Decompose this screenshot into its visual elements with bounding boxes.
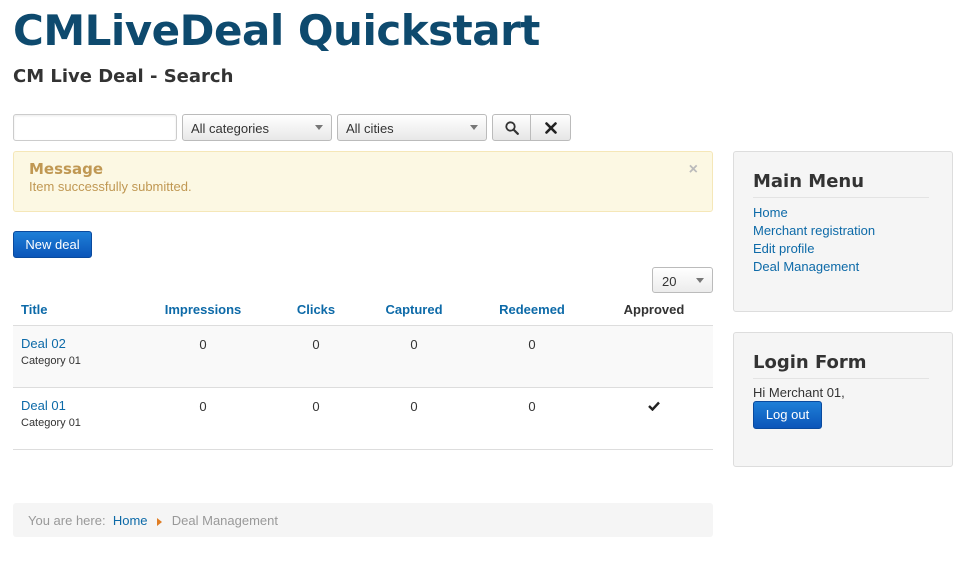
alert-heading: Message (29, 160, 103, 178)
sort-captured[interactable]: Captured (385, 302, 442, 317)
category-select-value: All categories (191, 121, 270, 136)
captured-value: 0 (410, 337, 418, 352)
table-row: Deal 01 Category 01 0 0 0 0 (13, 388, 713, 450)
new-deal-button[interactable]: New deal (13, 231, 92, 258)
list-limit-select[interactable]: 20 (652, 267, 713, 293)
sort-redeemed[interactable]: Redeemed (499, 302, 565, 317)
impressions-value: 0 (199, 399, 207, 414)
chevron-down-icon (315, 125, 323, 130)
table-header: Title Impressions Clicks Captured Redeem… (13, 293, 713, 326)
menu-item-merchant-registration[interactable]: Merchant registration (753, 223, 875, 238)
message-alert: Message Item successfully submitted. × (13, 151, 713, 212)
table-row: Deal 02 Category 01 0 0 0 0 (13, 326, 713, 388)
logout-button[interactable]: Log out (753, 401, 822, 429)
redeemed-value: 0 (528, 337, 536, 352)
breadcrumb-home-link[interactable]: Home (113, 513, 148, 528)
deal-category: Category 01 (21, 355, 81, 367)
menu-item-edit-profile[interactable]: Edit profile (753, 241, 814, 256)
menu-item-home[interactable]: Home (753, 205, 788, 220)
breadcrumb: You are here: Home Deal Management (13, 503, 713, 537)
main-menu-module: Main Menu Home Merchant registration Edi… (733, 151, 953, 312)
redeemed-value: 0 (528, 399, 536, 414)
main-menu-title: Main Menu (753, 171, 929, 198)
deal-title-link[interactable]: Deal 01 (21, 398, 66, 413)
category-select[interactable]: All categories (182, 114, 332, 141)
checkmark-icon (648, 399, 660, 414)
breadcrumb-prefix: You are here: (28, 513, 106, 528)
captured-value: 0 (410, 399, 418, 414)
sort-title[interactable]: Title (21, 302, 48, 317)
impressions-value: 0 (199, 337, 207, 352)
search-button[interactable] (492, 114, 531, 141)
chevron-down-icon (470, 125, 478, 130)
deal-title-link[interactable]: Deal 02 (21, 336, 66, 351)
menu-item-deal-management[interactable]: Deal Management (753, 259, 859, 274)
clicks-value: 0 (312, 337, 320, 352)
approved-header: Approved (623, 302, 685, 317)
login-greeting: Hi Merchant 01, (753, 385, 845, 400)
deal-category: Category 01 (21, 417, 81, 429)
city-select[interactable]: All cities (337, 114, 487, 141)
login-form-module: Login Form Hi Merchant 01, Log out (733, 332, 953, 467)
clicks-value: 0 (312, 399, 320, 414)
alert-close-button[interactable]: × (689, 161, 698, 179)
deals-table: Title Impressions Clicks Captured Redeem… (13, 293, 713, 450)
page-subtitle: CM Live Deal - Search (13, 66, 234, 87)
breadcrumb-separator-icon (157, 518, 163, 526)
alert-text: Item successfully submitted. (29, 179, 192, 194)
search-icon (504, 120, 519, 135)
search-input[interactable] (13, 114, 177, 141)
sort-clicks[interactable]: Clicks (297, 302, 335, 317)
breadcrumb-current: Deal Management (171, 513, 278, 528)
site-title: CMLiveDeal Quickstart (13, 6, 540, 55)
city-select-value: All cities (346, 121, 394, 136)
sort-impressions[interactable]: Impressions (165, 302, 242, 317)
list-limit-value: 20 (662, 274, 677, 289)
main-menu-list: Home Merchant registration Edit profile … (753, 204, 875, 276)
login-form-title: Login Form (753, 352, 929, 379)
chevron-down-icon (696, 278, 704, 283)
clear-search-button[interactable] (531, 114, 571, 141)
close-icon (544, 121, 557, 134)
